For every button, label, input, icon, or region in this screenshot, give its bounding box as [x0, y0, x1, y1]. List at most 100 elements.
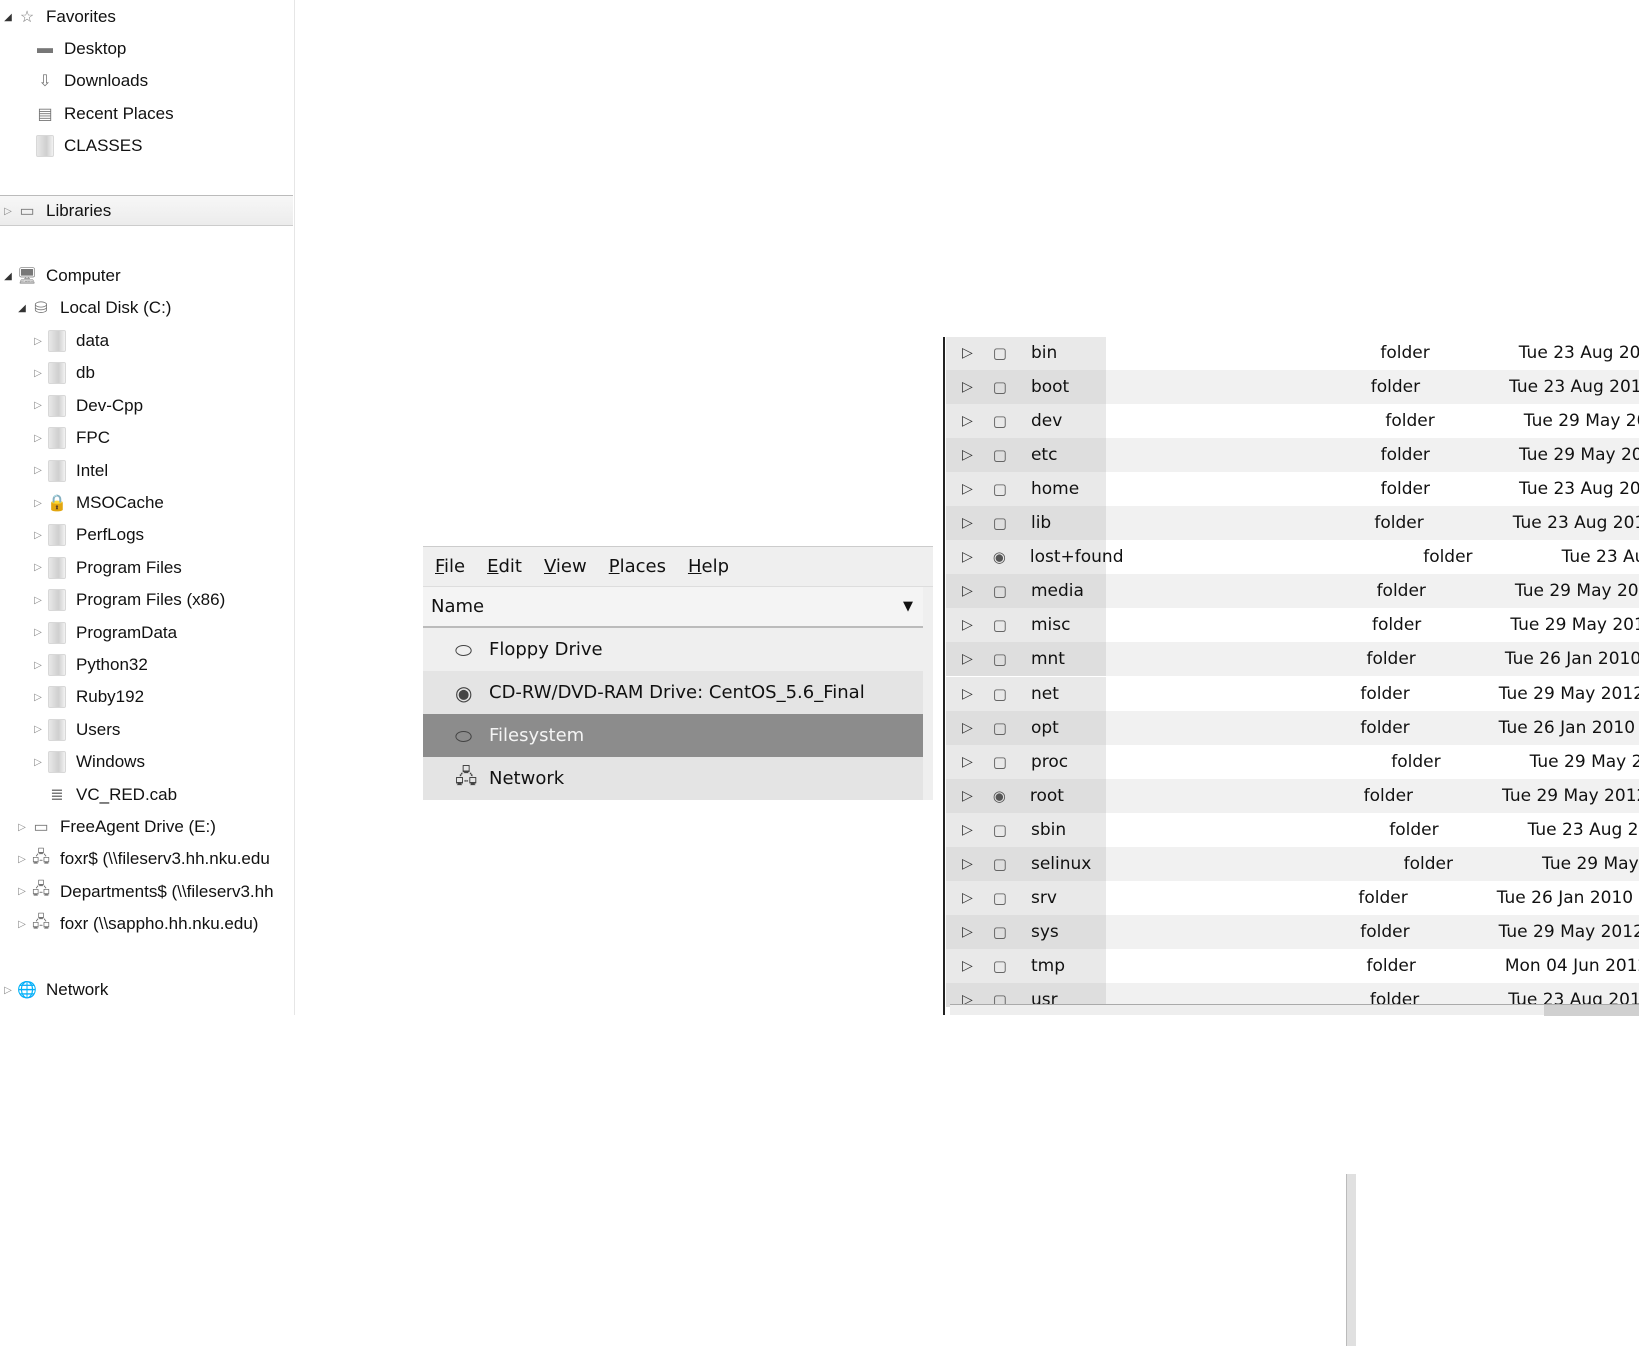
expand-arrow-icon[interactable]: ▷	[32, 562, 44, 573]
nav-computer[interactable]: ◢ 🖥 Computer	[2, 261, 295, 291]
expand-arrow-icon[interactable]: ▷	[962, 788, 973, 804]
expand-arrow-icon[interactable]: ▷	[962, 447, 973, 463]
expand-arrow-icon[interactable]: ▷	[962, 617, 973, 633]
place-row[interactable]: ⬭ Filesystem	[423, 714, 923, 757]
file-row[interactable]: ▷▢bin110 itemsfolderTue 23 Aug 2011 12:5…	[946, 337, 1639, 370]
file-row[interactable]: ▷▢net0 itemsfolderTue 29 May 2012 08:07:…	[946, 676, 1639, 711]
file-row[interactable]: ▷▢home2 itemsfolderTue 23 Aug 2011 11:43…	[946, 472, 1639, 507]
horizontal-scrollbar[interactable]	[950, 1004, 1639, 1016]
nav-folder-item[interactable]: ▷ Intel	[32, 456, 325, 486]
nav-drive-item[interactable]: ▷ 🖧 foxr$ (\\fileserv3.hh.nku.edu	[16, 844, 309, 874]
nav-network[interactable]: ▷ 🌐 Network	[2, 975, 295, 1005]
menu-edit[interactable]: Edit	[487, 556, 522, 577]
nav-file-item[interactable]: ≣ VC_RED.cab	[32, 780, 325, 810]
expand-arrow-icon[interactable]: ▷	[32, 595, 44, 606]
file-row[interactable]: ▷▢tmp8 itemsfolderMon 04 Jun 2012 04:02:…	[946, 948, 1639, 983]
file-row[interactable]: ▷▢misc0 itemsfolderTue 29 May 2012 08:07…	[946, 608, 1639, 643]
expand-arrow-icon[interactable]: ▷	[962, 754, 973, 770]
nav-drive-item[interactable]: ▷ 🖧 Departments$ (\\fileserv3.hh	[16, 877, 309, 907]
nav-libraries[interactable]: ▷ ▭ Libraries	[2, 196, 295, 226]
expand-arrow-icon[interactable]: ▷	[16, 886, 28, 897]
file-row[interactable]: ▷▢media1 itemfolderTue 29 May 2012 08:26…	[946, 574, 1639, 609]
expand-arrow-icon[interactable]: ▷	[962, 958, 973, 974]
file-row[interactable]: ▷◉root? itemsfolderTue 29 May 2012 08:29…	[946, 778, 1639, 813]
expand-arrow-icon[interactable]: ▷	[962, 583, 973, 599]
expand-arrow-icon[interactable]: ▷	[962, 549, 973, 565]
nav-folder-item[interactable]: ▷ Ruby192	[32, 682, 325, 712]
expand-arrow-icon[interactable]: ▷	[32, 336, 44, 347]
nav-favorite-item[interactable]: ▤ Recent Places	[20, 99, 313, 129]
place-row[interactable]: ⬭ Floppy Drive	[423, 628, 923, 671]
nav-folder-item[interactable]: ▷ Program Files	[32, 553, 325, 583]
nav-folder-item[interactable]: ▷ Users	[32, 715, 325, 745]
expand-arrow-icon[interactable]: ▷	[962, 720, 973, 736]
expand-arrow-icon[interactable]: ▷	[32, 400, 44, 411]
expand-arrow-icon[interactable]: ▷	[962, 890, 973, 906]
nav-favorite-item[interactable]: ▬ Desktop	[20, 34, 313, 64]
file-row[interactable]: ▷▢sys9 itemsfolderTue 29 May 2012 08:06:…	[946, 914, 1639, 949]
expand-arrow-icon[interactable]: ▷	[962, 345, 973, 361]
expand-arrow-icon[interactable]: ▷	[962, 822, 973, 838]
file-row[interactable]: ▷▢boot7 itemsfolderTue 23 Aug 2011 07:34…	[946, 370, 1639, 405]
expand-arrow-icon[interactable]: ▷	[962, 651, 973, 667]
expand-arrow-icon[interactable]: ▷	[32, 433, 44, 444]
nav-folder-item[interactable]: ▷ Windows	[32, 747, 325, 777]
expand-arrow-icon[interactable]: ▷	[32, 724, 44, 735]
expand-arrow-icon[interactable]: ▷	[962, 856, 973, 872]
expand-arrow-icon[interactable]: ▷	[2, 206, 14, 217]
file-row[interactable]: ▷▢etc232 itemsfolderTue 29 May 2012 09:1…	[946, 438, 1639, 473]
places-scrollbar[interactable]	[1346, 1174, 1356, 1346]
file-row[interactable]: ▷▢sbin277 itemsfolderTue 23 Aug 2011 12:…	[946, 812, 1639, 847]
file-row[interactable]: ▷▢proc177 itemsfolderTue 29 May 2012 08:…	[946, 744, 1639, 779]
file-row[interactable]: ▷◉lost+found? itemsfolderTue 23 Aug 2011…	[946, 540, 1639, 575]
file-row[interactable]: ▷▢lib145 itemsfolderTue 23 Aug 2011 12:5…	[946, 506, 1639, 541]
nav-drive-item[interactable]: ▷ 🖧 foxr (\\sappho.hh.nku.edu)	[16, 909, 309, 939]
file-row[interactable]: ▷▢srv0 itemsfolderTue 26 Jan 2010 04:43:…	[946, 880, 1639, 915]
menu-help[interactable]: Help	[688, 556, 729, 577]
scrollbar-thumb[interactable]	[1544, 1005, 1639, 1016]
expand-arrow-icon[interactable]: ▷	[962, 686, 973, 702]
menu-places[interactable]: Places	[609, 556, 666, 577]
expand-arrow-icon[interactable]: ▷	[962, 481, 973, 497]
expand-arrow-icon[interactable]: ▷	[32, 692, 44, 703]
expand-arrow-icon[interactable]: ▷	[962, 413, 973, 429]
file-row[interactable]: ▷▢selinux17 itemsfolderTue 29 May 2012 0…	[946, 846, 1639, 881]
nav-folder-item[interactable]: ▷ Dev-Cpp	[32, 391, 325, 421]
expand-arrow-icon[interactable]: ▷	[2, 985, 14, 996]
expand-arrow-icon[interactable]: ▷	[32, 660, 44, 671]
file-row[interactable]: ▷▢mnt0 itemsfolderTue 26 Jan 2010 04:43:…	[946, 642, 1639, 677]
expand-arrow-icon[interactable]: ▷	[962, 515, 973, 531]
nav-folder-item[interactable]: ▷ data	[32, 326, 325, 356]
expand-arrow-icon[interactable]: ▷	[32, 530, 44, 541]
file-row[interactable]: ▷▢opt0 itemsfolderTue 26 Jan 2010 04:43:…	[946, 710, 1639, 745]
expand-arrow-icon[interactable]: ▷	[32, 465, 44, 476]
expanded-arrow-icon[interactable]: ◢	[2, 12, 14, 23]
expand-arrow-icon[interactable]: ▷	[32, 498, 44, 509]
expand-arrow-icon[interactable]: ▷	[962, 379, 973, 395]
expand-arrow-icon[interactable]: ▷	[16, 919, 28, 930]
nav-folder-item[interactable]: ▷ PerfLogs	[32, 520, 325, 550]
expand-arrow-icon[interactable]: ▷	[16, 854, 28, 865]
nav-folder-item[interactable]: ▷ 🔒 MSOCache	[32, 488, 325, 518]
nav-favorite-item[interactable]: CLASSES	[20, 131, 313, 161]
expand-arrow-icon[interactable]: ▷	[32, 757, 44, 768]
expanded-arrow-icon[interactable]: ◢	[2, 271, 14, 282]
nav-favorites[interactable]: ◢ ☆ Favorites	[2, 2, 295, 32]
nav-folder-item[interactable]: ▷ Program Files (x86)	[32, 585, 325, 615]
nav-folder-item[interactable]: ▷ db	[32, 358, 325, 388]
expand-arrow-icon[interactable]: ▷	[962, 924, 973, 940]
expand-arrow-icon[interactable]: ▷	[32, 368, 44, 379]
place-row[interactable]: ◉ CD-RW/DVD-RAM Drive: CentOS_5.6_Final	[423, 671, 923, 714]
nav-favorite-item[interactable]: ⇩ Downloads	[20, 66, 313, 96]
name-column-header[interactable]: Name ▼	[423, 587, 923, 628]
nav-folder-item[interactable]: ▷ Python32	[32, 650, 325, 680]
nav-drive-item[interactable]: ▷ ▭ FreeAgent Drive (E:)	[16, 812, 309, 842]
file-row[interactable]: ▷▢dev192 itemsfolderTue 29 May 2012 08:0…	[946, 404, 1639, 439]
menu-file[interactable]: File	[435, 556, 465, 577]
expanded-arrow-icon[interactable]: ◢	[16, 303, 28, 314]
nav-local-disk[interactable]: ◢ ⛁ Local Disk (C:)	[16, 293, 309, 323]
nav-folder-item[interactable]: ▷ ProgramData	[32, 618, 325, 648]
expand-arrow-icon[interactable]: ▷	[32, 627, 44, 638]
menu-view[interactable]: View	[544, 556, 587, 577]
place-row[interactable]: 🖧 Network	[423, 757, 923, 800]
